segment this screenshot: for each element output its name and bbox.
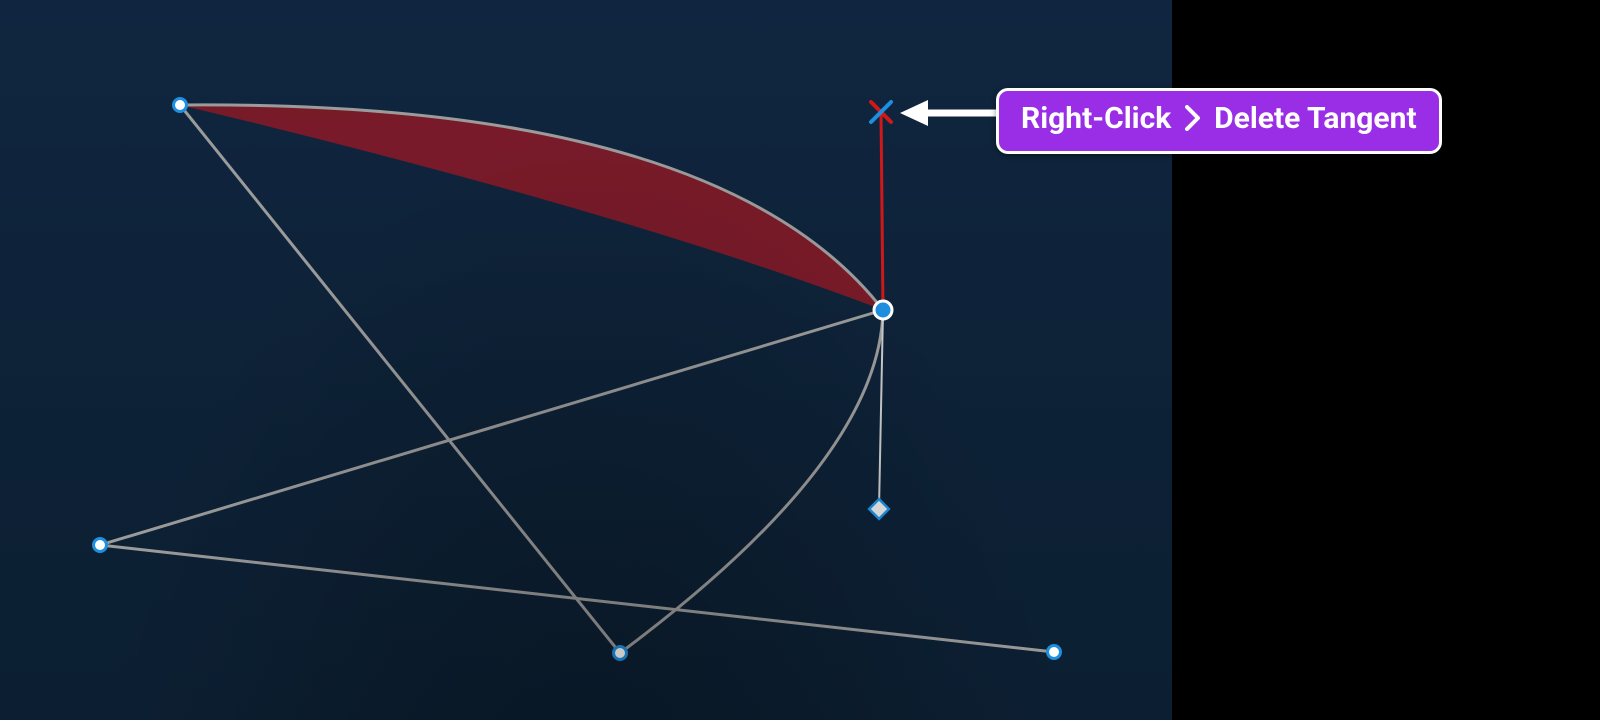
instruction-callout: Right-Click Delete Tangent [996, 88, 1442, 154]
filled-shape [180, 105, 883, 310]
callout-text-a: Right-Click [1021, 101, 1171, 136]
curve-right[interactable] [620, 310, 883, 653]
anchor-selected[interactable] [874, 301, 892, 319]
anchor-right-low[interactable] [1048, 646, 1061, 659]
line-lower-a[interactable] [100, 310, 883, 545]
callout-text-b: Delete Tangent [1214, 101, 1416, 136]
anchor-left-low[interactable] [94, 539, 107, 552]
anchor-mid-bottom[interactable] [614, 647, 627, 660]
tangent-line-up[interactable] [881, 112, 883, 310]
chevron-right-icon [1185, 104, 1201, 139]
anchor-top-left[interactable] [174, 99, 187, 112]
tangent-handle-down[interactable] [869, 499, 889, 519]
line-lower-b[interactable] [100, 545, 1054, 652]
